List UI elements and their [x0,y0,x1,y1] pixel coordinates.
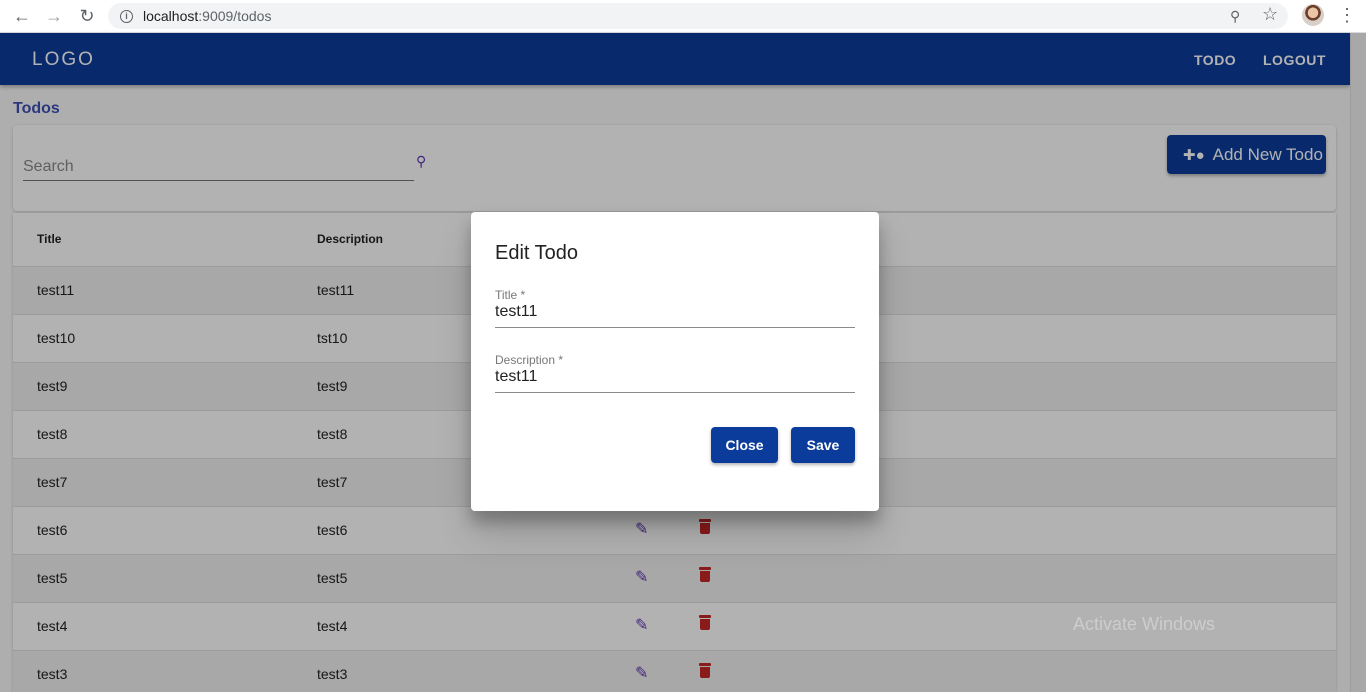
save-button[interactable]: Save [791,427,855,463]
description-field-label: Description * [495,353,564,367]
close-button[interactable]: Close [711,427,778,463]
description-field[interactable]: Description * test11 [495,353,855,393]
title-field-label: Title * [495,288,526,302]
edit-todo-dialog: Edit Todo Title * test11 Description * t… [471,212,879,511]
kebab-menu-icon[interactable]: ⋮ [1338,5,1356,26]
description-field-value[interactable]: test11 [495,368,537,386]
title-field-value[interactable]: test11 [495,303,537,321]
star-icon[interactable]: ☆ [1262,4,1278,25]
key-icon[interactable]: ⚲ [1230,8,1240,25]
info-icon[interactable]: i [120,9,133,23]
title-field[interactable]: Title * test11 [495,288,855,328]
activate-windows-watermark: Activate Windows [1073,614,1216,634]
back-arrow-icon[interactable]: ← [11,5,33,27]
forward-arrow-icon[interactable]: → [43,5,65,27]
url-text[interactable]: localhost:9009/todos [143,8,271,24]
profile-avatar[interactable] [1302,4,1324,26]
browser-toolbar: ← → ↻ i localhost:9009/todos ⚲ ☆ ⋮ [0,0,1366,33]
reload-icon[interactable]: ↻ [76,5,98,27]
address-bar[interactable]: i localhost:9009/todos [108,3,1288,29]
dialog-title: Edit Todo [495,242,579,264]
